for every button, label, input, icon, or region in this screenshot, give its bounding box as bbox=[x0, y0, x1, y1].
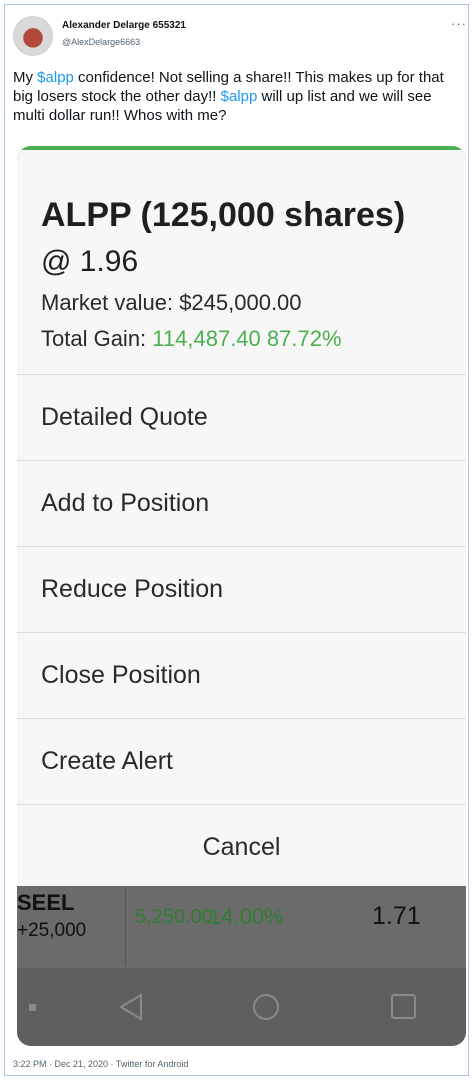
tweet-text: My $alpp confidence! Not selling a share… bbox=[13, 68, 465, 125]
total-gain-pct: 87.72% bbox=[266, 326, 342, 351]
menu-item-label: Close Position bbox=[41, 661, 201, 689]
position-action-sheet: ALPP (125,000 shares) @ 1.96 Market valu… bbox=[17, 146, 466, 886]
more-options-icon[interactable]: ··· bbox=[451, 16, 467, 31]
recents-square-icon[interactable] bbox=[391, 994, 416, 1019]
row-gain-value: 5,250.00 bbox=[135, 906, 213, 928]
tweet-text-part: My bbox=[13, 69, 38, 86]
menu-item-label: Add to Position bbox=[41, 489, 210, 517]
total-gain: Total Gain: 114,487.40 87.72% bbox=[41, 326, 342, 352]
menu-close-position[interactable]: Close Position bbox=[17, 632, 466, 718]
row-gain-pct: 14.00% bbox=[209, 904, 284, 929]
menu-detailed-quote[interactable]: Detailed Quote bbox=[17, 374, 466, 460]
back-triangle-icon[interactable] bbox=[115, 992, 147, 1022]
cashtag-link[interactable]: $alpp bbox=[37, 69, 74, 86]
total-gain-value: 114,487.40 bbox=[152, 326, 261, 351]
cashtag-link[interactable]: $alpp bbox=[221, 88, 258, 105]
avatar[interactable] bbox=[13, 16, 53, 56]
menu-add-to-position[interactable]: Add to Position bbox=[17, 460, 466, 546]
position-title: ALPP (125,000 shares) bbox=[41, 196, 406, 234]
author-name[interactable]: Alexander Delarge 655321 bbox=[62, 20, 186, 31]
market-value-amount: $245,000.00 bbox=[179, 290, 302, 315]
cancel-button[interactable]: Cancel bbox=[17, 804, 466, 890]
android-nav-bar bbox=[17, 968, 466, 1046]
row-ticker: SEEL bbox=[17, 890, 75, 915]
market-value-label: Market value: bbox=[41, 290, 174, 315]
home-circle-icon[interactable] bbox=[253, 994, 279, 1020]
background-position-row: SEEL +25,000 5,250.00 14.00% 1.71 bbox=[17, 886, 466, 966]
tweet-timestamp[interactable]: 3:22 PM · Dec 21, 2020 · Twitter for And… bbox=[13, 1059, 188, 1069]
author-handle[interactable]: @AlexDelarge6663 bbox=[62, 37, 140, 47]
position-price: @ 1.96 bbox=[41, 245, 139, 278]
row-quantity: +25,000 bbox=[17, 920, 87, 941]
menu-item-label: Reduce Position bbox=[41, 575, 224, 603]
menu-create-alert[interactable]: Create Alert bbox=[17, 718, 466, 804]
menu-reduce-position[interactable]: Reduce Position bbox=[17, 546, 466, 632]
square-dot-icon[interactable] bbox=[29, 1004, 36, 1011]
row-last-price: 1.71 bbox=[372, 902, 421, 930]
total-gain-label: Total Gain: bbox=[41, 326, 147, 351]
cancel-label: Cancel bbox=[202, 833, 281, 861]
attached-screenshot[interactable]: ALPP (125,000 shares) @ 1.96 Market valu… bbox=[17, 146, 466, 1046]
column-divider bbox=[125, 886, 126, 966]
market-value: Market value: $245,000.00 bbox=[41, 290, 302, 316]
menu-item-label: Create Alert bbox=[41, 747, 174, 775]
menu-item-label: Detailed Quote bbox=[41, 403, 208, 431]
